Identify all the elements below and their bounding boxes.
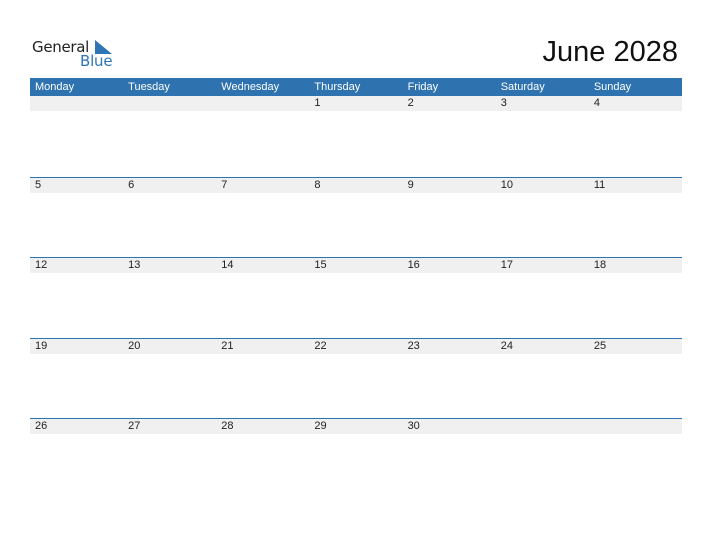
day-cell: 11 <box>593 179 606 191</box>
week-row-5: 26 27 28 29 30 <box>30 418 682 498</box>
logo-text-blue: Blue <box>80 52 113 70</box>
day-cell: 3 <box>500 97 507 109</box>
day-cell: 30 <box>407 420 420 432</box>
day-cell: 8 <box>314 179 321 191</box>
day-cell <box>216 96 309 111</box>
day-cell: 16 <box>407 259 420 271</box>
date-strip: 26 27 28 29 30 <box>30 418 682 434</box>
day-cell: 7 <box>221 179 228 191</box>
week-row-3: 12 13 14 15 16 17 18 <box>30 257 682 337</box>
weekday-header-saturday: Saturday <box>500 81 545 93</box>
day-cell: 21 <box>221 340 234 352</box>
date-strip: 1 2 3 4 <box>30 96 682 111</box>
weekday-header-friday: Friday <box>407 81 439 93</box>
day-cell: 18 <box>593 259 607 271</box>
weekday-header-sunday: Sunday <box>593 81 632 93</box>
day-cell: 25 <box>593 340 607 352</box>
weekday-header-monday: Monday <box>35 81 75 93</box>
day-cell: 1 <box>314 97 321 109</box>
day-cell: 13 <box>128 259 141 271</box>
day-cell: 19 <box>35 340 48 352</box>
day-cell: 2 <box>407 97 414 109</box>
day-cell: 12 <box>35 259 48 271</box>
day-cell: 9 <box>407 179 414 191</box>
page-title: June 2028 <box>542 36 678 68</box>
date-strip: 12 13 14 15 16 17 18 <box>30 257 682 273</box>
day-cell <box>30 96 123 111</box>
weekday-header-wednesday: Wednesday <box>221 81 280 93</box>
day-cell: 17 <box>500 259 513 271</box>
day-cell <box>496 419 589 434</box>
day-cell <box>123 96 216 111</box>
weekday-header-thursday: Thursday <box>314 81 361 93</box>
week-row-2: 5 6 7 8 9 10 11 <box>30 177 682 257</box>
day-cell: 27 <box>128 420 141 432</box>
day-cell: 15 <box>314 259 327 271</box>
calendar-grid: Monday Tuesday Wednesday Thursday Friday… <box>30 78 682 434</box>
day-cell: 28 <box>221 420 234 432</box>
day-cell: 5 <box>35 179 42 191</box>
weekday-header-row: Monday Tuesday Wednesday Thursday Friday… <box>30 78 682 96</box>
day-cell <box>589 419 682 434</box>
week-row-1: 1 2 3 4 <box>30 96 682 176</box>
day-cell: 20 <box>128 340 141 352</box>
day-cell: 29 <box>314 420 327 432</box>
day-cell: 6 <box>128 179 135 191</box>
day-cell: 23 <box>407 340 420 352</box>
day-cell: 22 <box>314 340 327 352</box>
day-cell: 14 <box>221 259 234 271</box>
day-cell: 4 <box>593 97 600 109</box>
date-strip: 19 20 21 22 23 24 25 <box>30 338 682 354</box>
weekday-header-tuesday: Tuesday <box>128 81 170 93</box>
day-cell: 10 <box>500 179 513 191</box>
brand-logo: General Blue <box>32 38 122 72</box>
week-row-4: 19 20 21 22 23 24 25 <box>30 338 682 418</box>
date-strip: 5 6 7 8 9 10 11 <box>30 177 682 193</box>
day-cell: 26 <box>35 420 48 432</box>
day-cell: 24 <box>500 340 513 352</box>
